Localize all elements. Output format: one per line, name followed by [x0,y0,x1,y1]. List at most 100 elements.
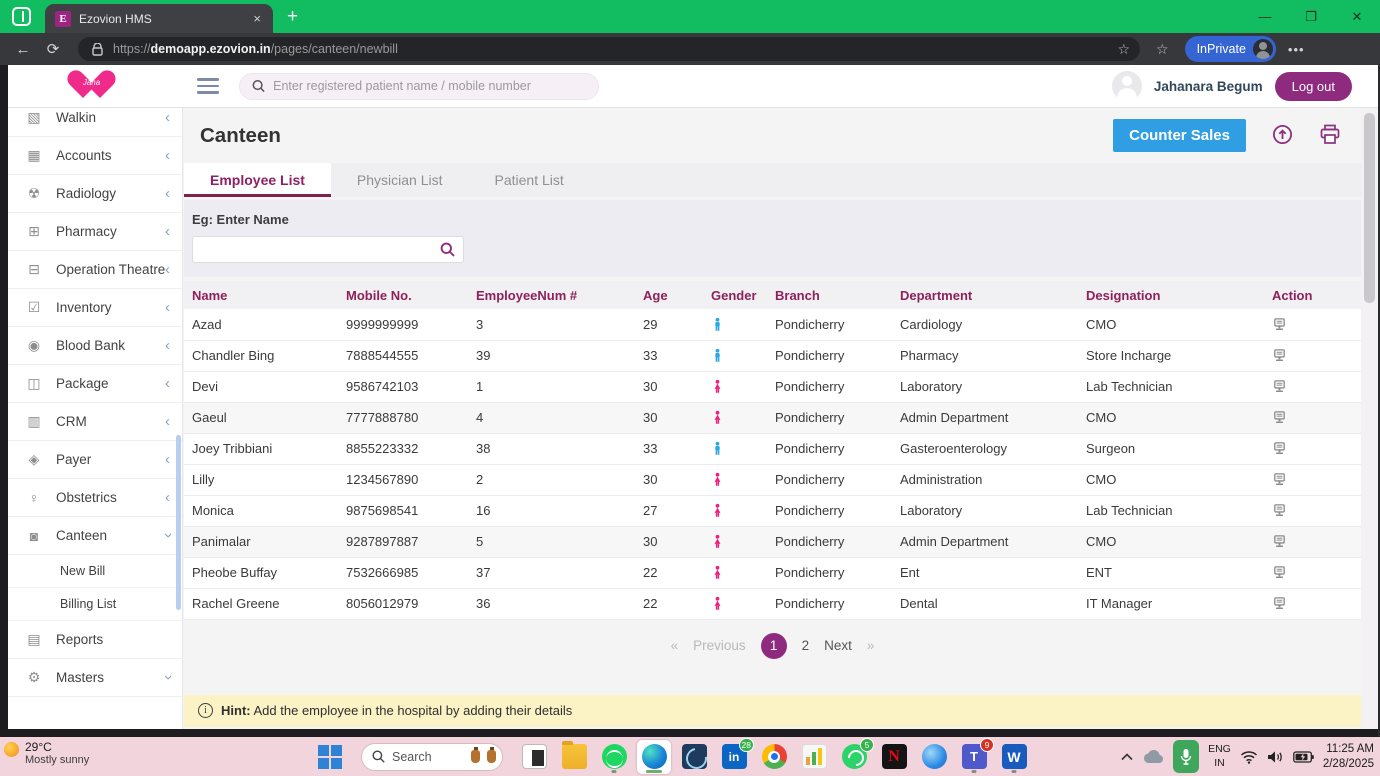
patient-search-input[interactable] [273,79,586,93]
sidebar-item-package[interactable]: ◫Package‹ [8,365,182,403]
edge-icon[interactable] [637,740,671,774]
cell-employee-num: 38 [468,433,635,464]
weather-widget[interactable]: 29°C Mostly sunny [4,740,89,766]
page-scrollbar-thumb[interactable] [1364,113,1375,303]
tab-patient-list[interactable]: Patient List [469,163,590,197]
word-icon[interactable]: W [997,740,1031,774]
sidebar-item-operation-theatre[interactable]: ⊟Operation Theatre‹ [8,251,182,289]
inprivate-badge[interactable]: InPrivate [1185,36,1276,62]
spotify-icon[interactable] [597,740,631,774]
hospital-logo[interactable]: Jaha [75,71,109,101]
cell-employee-num: 5 [468,526,635,557]
power-bi-icon[interactable] [797,740,831,774]
cell-mobile: 7888544555 [338,340,468,371]
tab-employee-list[interactable]: Employee List [184,163,331,197]
linkedin-icon[interactable]: in28 [717,740,751,774]
action-cell[interactable] [1264,402,1361,433]
favorites-bar-icon[interactable]: ☆ [1156,41,1169,58]
whatsapp-icon[interactable]: 5 [837,740,871,774]
copilot-icon[interactable] [917,740,951,774]
action-cell[interactable] [1264,340,1361,371]
browser-tab[interactable]: E Ezovion HMS × [45,4,273,33]
package-icon: ◫ [25,375,43,392]
pagination-previous[interactable]: Previous [693,638,746,653]
netflix-icon[interactable]: N [877,740,911,774]
sidebar-item-masters[interactable]: ⚙Masters‹ [8,659,182,697]
menu-toggle-icon[interactable] [197,78,219,94]
sidebar-item-obstetrics[interactable]: ♀Obstetrics‹ [8,479,182,517]
window-edge-bottom [0,729,1380,737]
chevron-left-icon: ‹ [165,148,170,163]
wifi-icon[interactable] [1240,750,1258,764]
bookmark-star-icon[interactable]: ☆ [1117,41,1130,58]
counter-sales-button[interactable]: Counter Sales [1113,119,1246,152]
sidebar-item-reports[interactable]: ▤Reports [8,621,182,659]
upload-icon[interactable] [1272,124,1293,148]
language-indicator[interactable]: ENG IN [1208,743,1231,769]
sidebar-item-pharmacy[interactable]: ⊞Pharmacy‹ [8,213,182,251]
action-cell[interactable] [1264,433,1361,464]
cell-department: Laboratory [892,495,1078,526]
notebook-app-icon[interactable] [517,740,551,774]
windows-logo-icon [317,744,343,770]
action-cell[interactable] [1264,309,1361,340]
browser-titlebar: E Ezovion HMS × + — ❐ ✕ [0,0,1380,33]
refresh-button[interactable]: ⟳ [38,40,68,58]
action-cell[interactable] [1264,464,1361,495]
chrome-icon[interactable] [757,740,791,774]
action-cell[interactable] [1264,557,1361,588]
taskbar-search[interactable]: Search [361,743,503,771]
cell-name: Lilly [184,464,338,495]
onedrive-cloud-icon[interactable] [1142,750,1164,764]
sidebar-item-canteen[interactable]: ◙Canteen‹ [8,517,182,555]
url-bar[interactable]: https://demoapp.ezovion.in/pages/canteen… [78,37,1140,61]
pagination-page-2[interactable]: 2 [802,638,810,653]
battery-icon[interactable] [1293,751,1314,763]
close-window-button[interactable]: ✕ [1334,0,1380,33]
sidebar-subitem-new-bill[interactable]: New Bill [8,555,182,588]
sidebar-item-walkin[interactable]: ▧Walkin‹ [8,108,182,137]
cell-department: Laboratory [892,371,1078,402]
sidebar-item-crm[interactable]: ▥CRM‹ [8,403,182,441]
sidebar-item-radiology[interactable]: ☢Radiology‹ [8,175,182,213]
action-cell[interactable] [1264,588,1361,619]
page-scrollbar[interactable] [1361,108,1378,729]
cell-mobile: 1234567890 [338,464,468,495]
sidebar-item-accounts[interactable]: ▦Accounts‹ [8,137,182,175]
volume-icon[interactable] [1267,750,1284,764]
file-explorer-icon[interactable] [557,740,591,774]
patient-search-bar[interactable] [239,73,599,100]
pagination-next[interactable]: Next [824,638,852,653]
action-cell[interactable] [1264,371,1361,402]
microphone-button[interactable] [1173,740,1199,773]
print-icon[interactable] [1319,124,1341,148]
clock[interactable]: 11:25 AM 2/28/2025 [1323,742,1374,772]
browser-menu-icon[interactable]: ••• [1288,42,1305,57]
sidebar-scrollbar[interactable] [176,435,181,610]
action-cell[interactable] [1264,526,1361,557]
tray-chevron-up-icon[interactable] [1121,753,1133,761]
workspaces-icon[interactable] [12,7,31,26]
action-cell[interactable] [1264,495,1361,526]
teams-icon[interactable]: T9 [957,740,991,774]
pagination-page-1[interactable]: 1 [761,633,787,659]
sidebar-item-blood-bank[interactable]: ◉Blood Bank‹ [8,327,182,365]
sidebar-subitem-billing-list[interactable]: Billing List [8,588,182,621]
name-filter-input[interactable] [201,242,440,257]
start-button[interactable] [313,740,347,774]
new-tab-button[interactable]: + [287,6,298,28]
tab-physician-list[interactable]: Physician List [331,163,469,197]
photos-app-icon[interactable] [677,740,711,774]
minimize-button[interactable]: — [1242,0,1288,33]
pagination-prev-arrow[interactable]: « [671,638,679,653]
close-tab-icon[interactable]: × [249,11,265,26]
sidebar-item-payer[interactable]: ◈Payer‹ [8,441,182,479]
cell-name: Gaeul [184,402,338,433]
maximize-button[interactable]: ❐ [1288,0,1334,33]
pagination-next-arrow[interactable]: » [867,638,875,653]
back-button[interactable]: ← [8,41,38,58]
sidebar-item-inventory[interactable]: ☑Inventory‹ [8,289,182,327]
user-avatar[interactable] [1112,71,1142,101]
logout-button[interactable]: Log out [1275,72,1352,101]
filter-search-icon[interactable] [440,242,455,257]
